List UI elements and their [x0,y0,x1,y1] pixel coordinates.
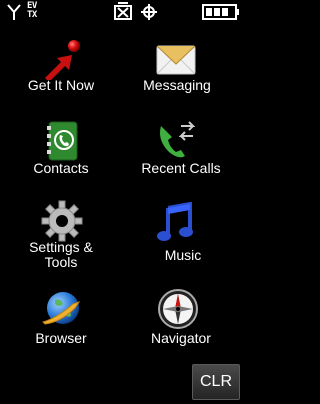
menu-item-label: Music [164,247,202,263]
signal-icon [6,3,22,21]
music-note-icon [154,202,196,244]
ev-tx-indicator: EV TX [27,2,47,20]
menu-item-music[interactable]: Music [122,192,244,274]
menu-item-navigator[interactable]: Navigator [122,280,244,362]
clr-softkey-button[interactable]: CLR [192,364,240,400]
menu-item-recent-calls[interactable]: Recent Calls [122,110,244,192]
battery-icon [202,4,240,20]
contacts-book-icon [41,120,83,162]
tx-label: TX [27,10,37,20]
menu-item-label: Navigator [151,330,211,346]
gear-icon [41,200,83,242]
globe-icon [41,288,83,330]
envelope-icon [155,38,197,80]
no-sim-icon [113,2,133,20]
menu-item-label: Recent Calls [141,160,221,176]
menu-item-settings-tools[interactable]: Settings & Tools [0,192,122,274]
menu-item-label: Get It Now [27,77,95,93]
gps-icon [141,4,157,20]
menu-item-label: Browser [35,330,87,346]
menu-item-contacts[interactable]: Contacts [0,110,122,192]
menu-item-label-settings: Settings & Tools [0,240,122,270]
menu-item-get-it-now[interactable]: Get It Now [0,28,122,110]
get-it-now-icon [41,38,83,80]
menu-item-label: Contacts [33,160,89,176]
status-bar: EV TX [0,0,244,26]
compass-icon [157,288,199,330]
menu-item-label-line2: Tools [44,254,78,270]
menu-item-label-line1: Settings & [29,239,93,255]
recent-calls-icon [155,120,197,162]
menu-item-browser[interactable]: Browser [0,280,122,362]
menu-item-messaging[interactable]: Messaging [122,28,244,110]
menu-item-label: Messaging [143,77,211,93]
main-menu-grid: Get It Now Messaging Contacts Recent Cal… [0,28,244,358]
